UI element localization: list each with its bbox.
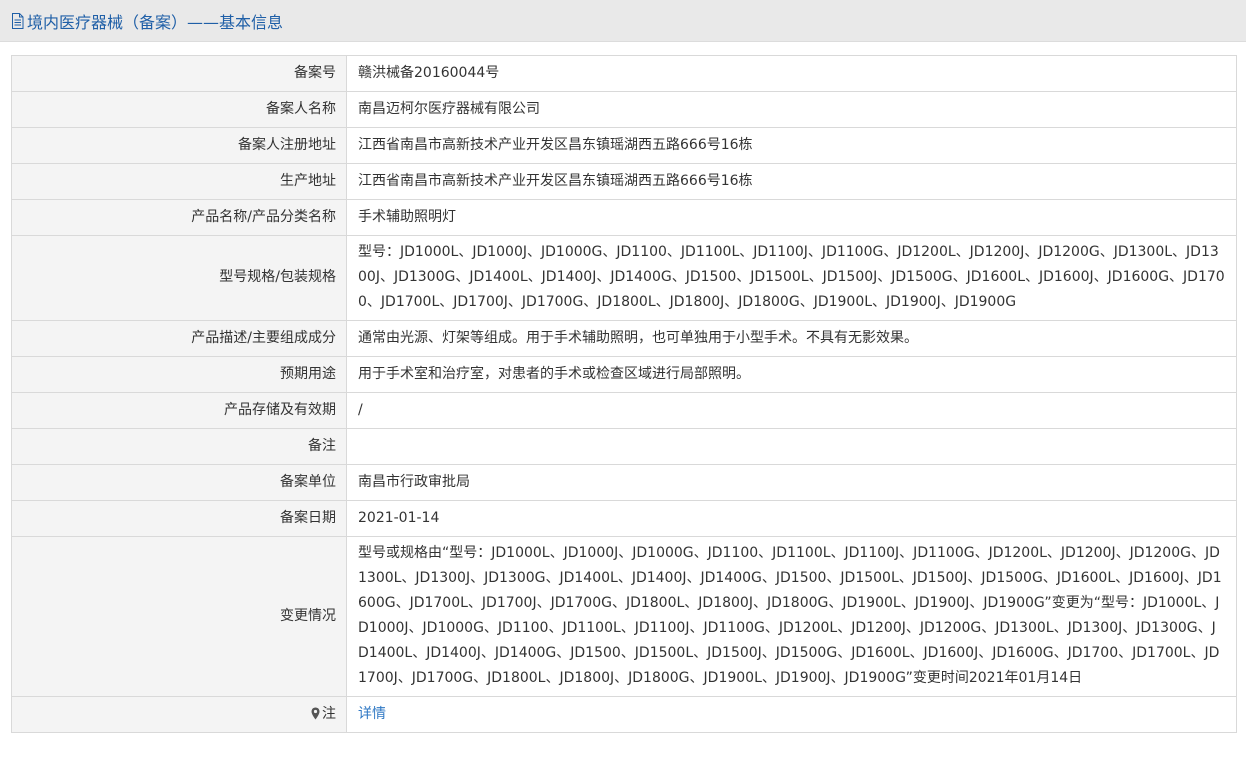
row-model-spec: 型号规格/包装规格 型号：JD1000L、JD1000J、JD1000G、JD1…: [11, 235, 1237, 321]
field-value: [346, 428, 1237, 465]
row-storage: 产品存储及有效期 /: [11, 392, 1237, 429]
row-remarks: 备注: [11, 428, 1237, 465]
note-label-cell: 注: [11, 696, 347, 733]
field-label: 备注: [11, 428, 347, 465]
details-link[interactable]: 详情: [358, 706, 386, 722]
field-label: 备案日期: [11, 500, 347, 537]
page-title: 境内医疗器械（备案）——基本信息: [27, 12, 284, 32]
row-registrant-name: 备案人名称 南昌迈柯尔医疗器械有限公司: [11, 91, 1237, 128]
field-value: 南昌市行政审批局: [346, 464, 1237, 501]
field-value: 通常由光源、灯架等组成。用于手术辅助照明，也可单独用于小型手术。不具有无影效果。: [346, 320, 1237, 357]
row-description: 产品描述/主要组成成分 通常由光源、灯架等组成。用于手术辅助照明，也可单独用于小…: [11, 320, 1237, 357]
row-production-address: 生产地址 江西省南昌市高新技术产业开发区昌东镇瑶湖西五路666号16栋: [11, 163, 1237, 200]
field-value: /: [346, 392, 1237, 429]
note-value-cell: 详情: [346, 696, 1237, 733]
field-label: 备案人名称: [11, 91, 347, 128]
field-label: 产品名称/产品分类名称: [11, 199, 347, 236]
note-label: 注: [322, 706, 336, 722]
field-label: 备案人注册地址: [11, 127, 347, 164]
document-icon: [12, 12, 24, 29]
field-value: 用于手术室和治疗室，对患者的手术或检查区域进行局部照明。: [346, 356, 1237, 393]
field-value: 南昌迈柯尔医疗器械有限公司: [346, 91, 1237, 128]
field-label: 预期用途: [11, 356, 347, 393]
row-change-history: 变更情况 型号或规格由“型号：JD1000L、JD1000J、JD1000G、J…: [11, 536, 1237, 697]
field-label: 变更情况: [11, 536, 347, 697]
field-label: 产品描述/主要组成成分: [11, 320, 347, 357]
field-label: 型号规格/包装规格: [11, 235, 347, 321]
page-header: 境内医疗器械（备案）——基本信息: [0, 0, 1246, 42]
field-value: 江西省南昌市高新技术产业开发区昌东镇瑶湖西五路666号16栋: [346, 127, 1237, 164]
field-value: 2021-01-14: [346, 500, 1237, 537]
device-info-table: 备案号 赣洪械备20160044号 备案人名称 南昌迈柯尔医疗器械有限公司 备案…: [11, 55, 1237, 733]
map-pin-icon: [311, 707, 320, 720]
row-intended-use: 预期用途 用于手术室和治疗室，对患者的手术或检查区域进行局部照明。: [11, 356, 1237, 393]
row-registrant-address: 备案人注册地址 江西省南昌市高新技术产业开发区昌东镇瑶湖西五路666号16栋: [11, 127, 1237, 164]
field-label: 产品存储及有效期: [11, 392, 347, 429]
row-record-date: 备案日期 2021-01-14: [11, 500, 1237, 537]
field-value: 手术辅助照明灯: [346, 199, 1237, 236]
row-record-number: 备案号 赣洪械备20160044号: [11, 55, 1237, 92]
row-record-unit: 备案单位 南昌市行政审批局: [11, 464, 1237, 501]
field-value: 型号或规格由“型号：JD1000L、JD1000J、JD1000G、JD1100…: [346, 536, 1237, 697]
field-label: 备案单位: [11, 464, 347, 501]
field-value: 江西省南昌市高新技术产业开发区昌东镇瑶湖西五路666号16栋: [346, 163, 1237, 200]
field-value: 型号：JD1000L、JD1000J、JD1000G、JD1100、JD1100…: [346, 235, 1237, 321]
field-value: 赣洪械备20160044号: [346, 55, 1237, 92]
field-label: 备案号: [11, 55, 347, 92]
row-product-name: 产品名称/产品分类名称 手术辅助照明灯: [11, 199, 1237, 236]
row-note: 注 详情: [11, 696, 1237, 733]
field-label: 生产地址: [11, 163, 347, 200]
